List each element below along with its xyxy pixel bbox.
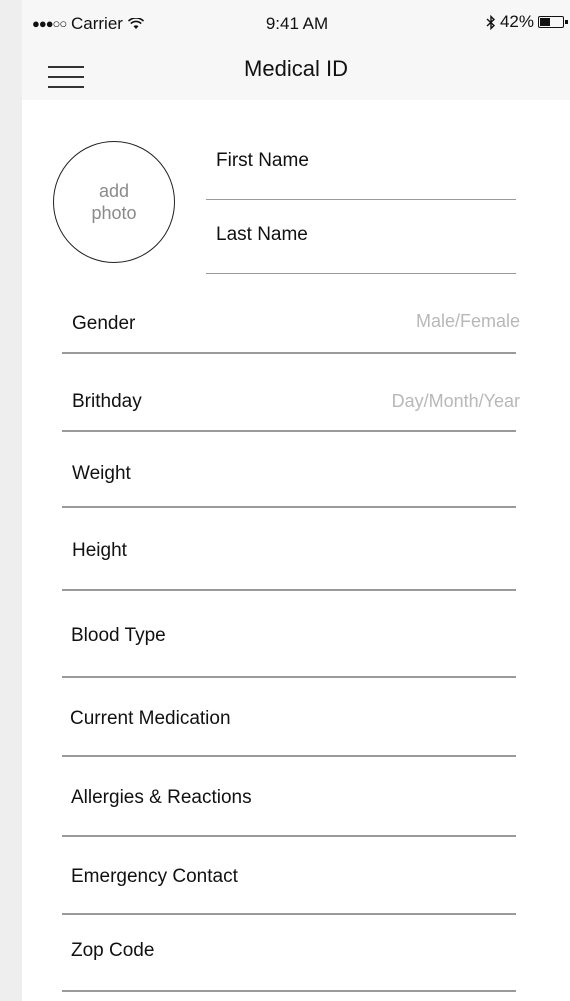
- allergies-reactions-label: Allergies & Reactions: [71, 787, 252, 808]
- carrier-info: ●●●○○ Carrier: [32, 14, 144, 34]
- bluetooth-icon: [486, 14, 495, 30]
- last-name-label: Last Name: [216, 224, 308, 245]
- emergency-contact-label: Emergency Contact: [71, 866, 238, 887]
- birthday-label: Brithday: [72, 391, 142, 412]
- battery-percent: 42%: [499, 12, 534, 31]
- first-name-label: First Name: [216, 150, 309, 171]
- zip-code-field[interactable]: Zop Code: [62, 937, 516, 993]
- signal-strength-icon: ●●●○○: [32, 16, 67, 31]
- current-medication-label: Current Medication: [70, 708, 231, 729]
- current-medication-field[interactable]: Current Medication: [62, 705, 516, 757]
- phone-screen: ●●●○○ Carrier 9:41 AM 42% Medical ID add…: [22, 0, 570, 1001]
- divider: [62, 913, 516, 915]
- divider: [62, 506, 516, 508]
- weight-field[interactable]: Weight: [62, 460, 516, 508]
- divider: [62, 430, 516, 432]
- blood-type-label: Blood Type: [71, 625, 166, 646]
- divider: [62, 589, 516, 591]
- zip-code-label: Zop Code: [71, 940, 155, 961]
- divider: [206, 272, 516, 274]
- wifi-icon: [127, 17, 144, 29]
- birthday-field[interactable]: Brithday Day/Month/Year: [62, 388, 520, 432]
- add-photo-button[interactable]: add photo: [53, 141, 175, 263]
- divider: [62, 990, 516, 992]
- divider: [62, 755, 516, 757]
- navigation-bar: Medical ID: [22, 42, 570, 100]
- status-time: 9:41 AM: [265, 14, 329, 33]
- add-photo-label-line2: photo: [91, 203, 137, 223]
- divider: [62, 352, 516, 354]
- gender-field[interactable]: Gender Male/Female: [62, 310, 520, 354]
- carrier-name: Carrier: [71, 14, 123, 33]
- battery-status: 42%: [486, 12, 570, 32]
- status-bar: ●●●○○ Carrier 9:41 AM 42%: [22, 0, 570, 42]
- page-title: Medical ID: [244, 56, 348, 81]
- birthday-placeholder: Day/Month/Year: [391, 391, 520, 411]
- add-photo-label-line1: add: [98, 181, 130, 201]
- divider: [62, 676, 516, 678]
- height-field[interactable]: Height: [62, 537, 516, 591]
- gender-placeholder: Male/Female: [415, 311, 520, 331]
- divider: [206, 198, 516, 200]
- last-name-field[interactable]: Last Name: [206, 224, 516, 274]
- blood-type-field[interactable]: Blood Type: [62, 622, 516, 678]
- allergies-reactions-field[interactable]: Allergies & Reactions: [62, 784, 516, 837]
- height-label: Height: [72, 540, 127, 561]
- battery-icon: [538, 16, 568, 28]
- emergency-contact-field[interactable]: Emergency Contact: [62, 863, 516, 915]
- first-name-field[interactable]: First Name: [206, 150, 516, 200]
- weight-label: Weight: [72, 463, 131, 484]
- divider: [62, 835, 516, 837]
- gender-label: Gender: [72, 313, 136, 334]
